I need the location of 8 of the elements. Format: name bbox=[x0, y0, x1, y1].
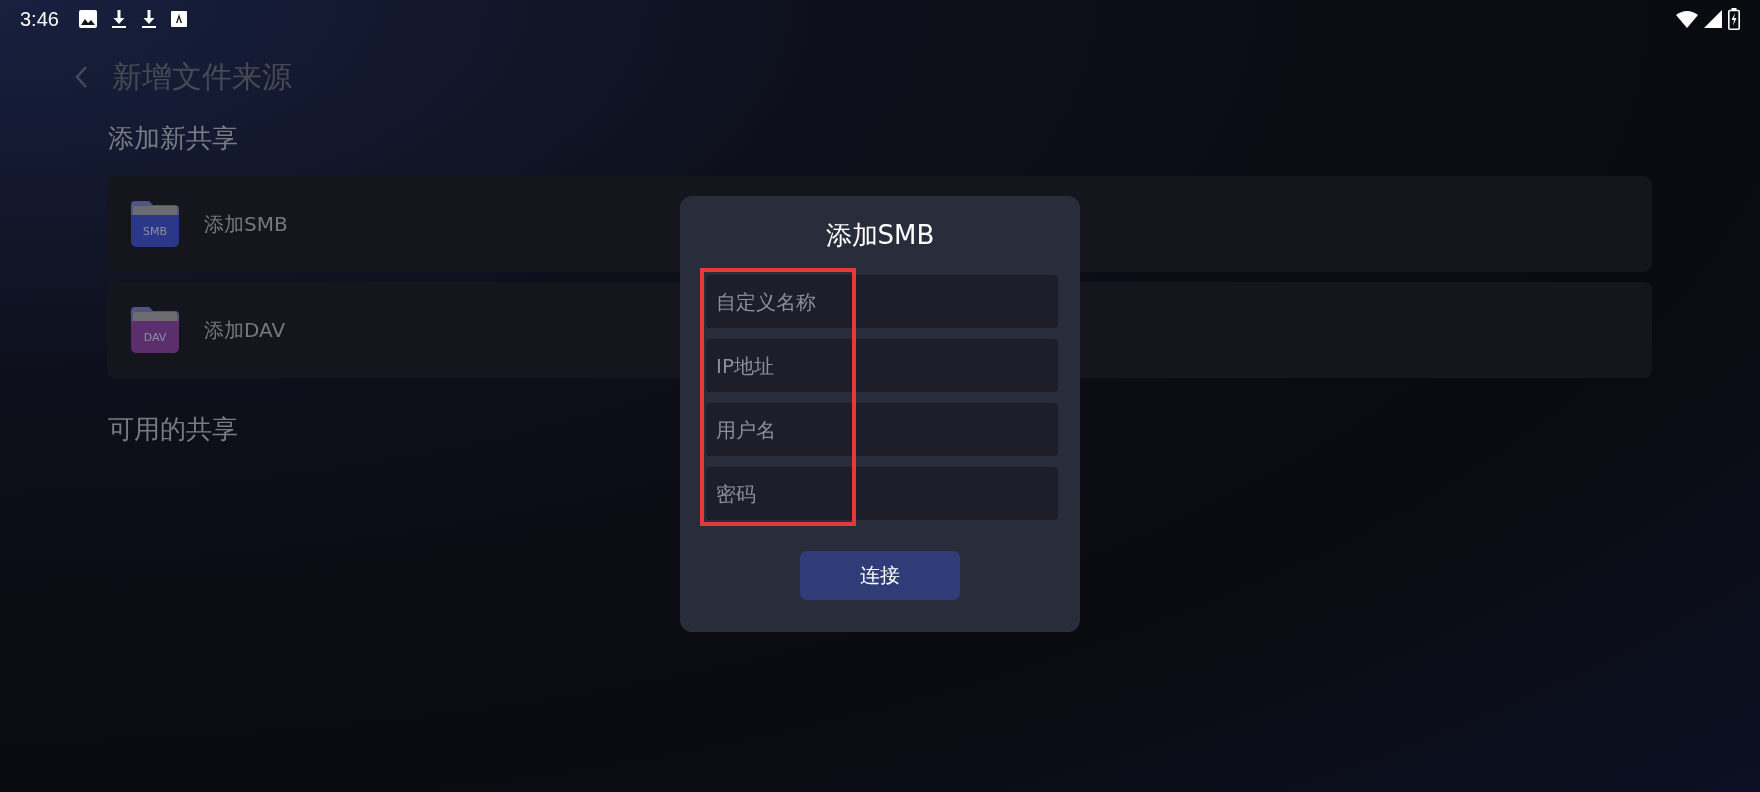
status-time: 3:46 bbox=[20, 7, 59, 31]
folder-label: DAV bbox=[142, 331, 168, 344]
dialog-title: 添加SMB bbox=[825, 219, 935, 252]
section-title: 添加新共享 bbox=[108, 122, 238, 155]
folder-label: SMB bbox=[142, 225, 168, 238]
section-title: 可用的共享 bbox=[108, 413, 238, 446]
card-label: 添加SMB bbox=[204, 210, 288, 238]
card-label: 添加DAV bbox=[204, 316, 286, 344]
